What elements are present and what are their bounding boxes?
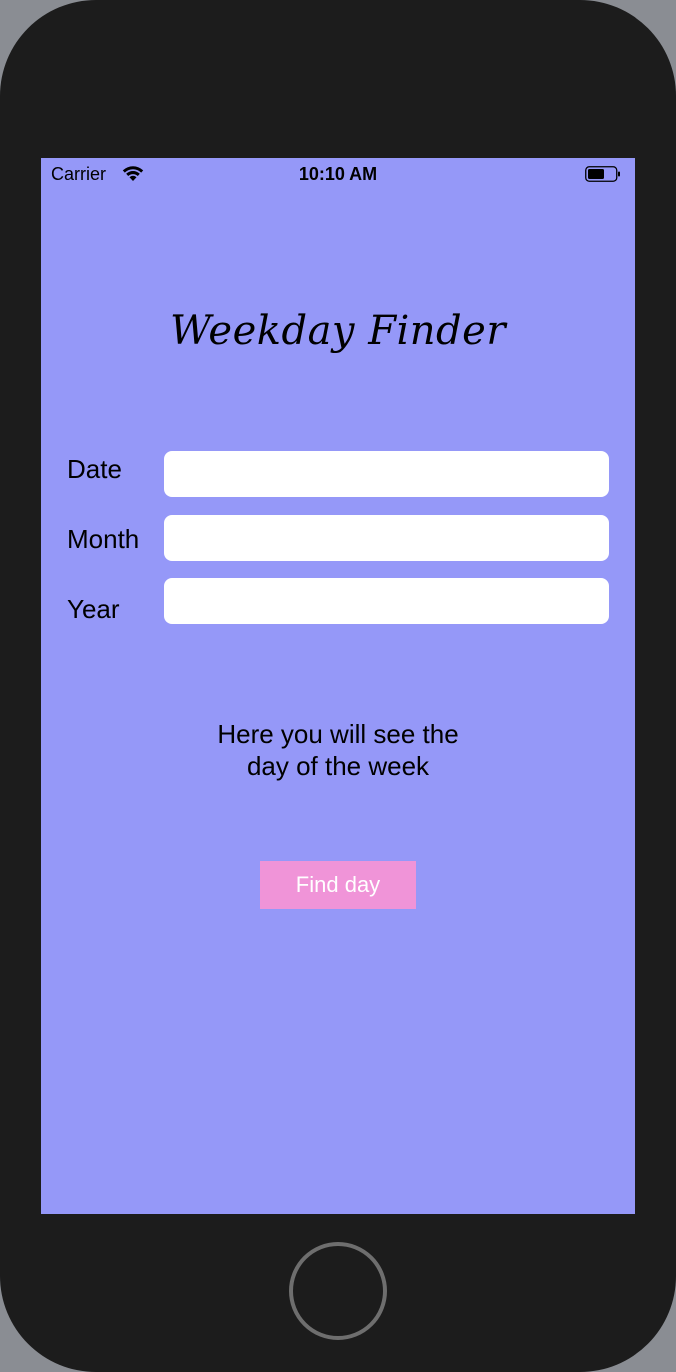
find-day-button[interactable]: Find day (260, 861, 416, 909)
month-input[interactable] (164, 515, 609, 561)
app-screen: Carrier 10:10 AM Weekday Finder Date Mon… (41, 158, 635, 1214)
page-title: Weekday Finder (170, 308, 506, 354)
month-label: Month (67, 524, 140, 554)
date-label: Date (67, 454, 122, 484)
result-line-1: Here you will see the (217, 719, 459, 749)
result-text: Here you will see the day of the week (41, 718, 635, 782)
home-button[interactable] (289, 1242, 387, 1340)
status-bar: Carrier 10:10 AM (41, 158, 635, 192)
battery-icon (585, 166, 620, 182)
status-time: 10:10 AM (298, 164, 378, 184)
result-line-2: day of the week (246, 751, 430, 781)
date-input[interactable] (164, 451, 609, 497)
year-input[interactable] (164, 578, 609, 624)
year-label: Year (67, 594, 120, 624)
